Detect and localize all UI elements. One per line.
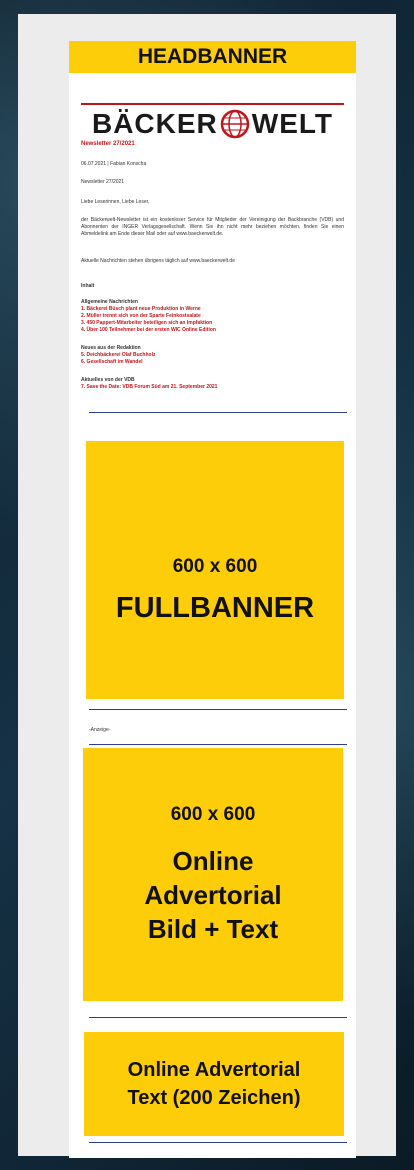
- intro-text: der Bäckerwelt-Newsletter ist ein kosten…: [81, 217, 344, 237]
- toc-link[interactable]: 7. Save the Date: VDB Forum Süd am 21. S…: [81, 384, 217, 391]
- text-advertorial-line2: Text (200 Zeichen): [127, 1087, 301, 1109]
- text-advertorial-line1: Online Advertorial: [127, 1059, 301, 1081]
- byline: 06.07.2021 | Fabian Konscha: [81, 161, 147, 167]
- logo-rule: [81, 103, 344, 105]
- section-divider: [89, 709, 347, 710]
- advertorial-label-line3: Bild + Text: [147, 913, 279, 944]
- news-line: Aktuelle Nachrichten stehen übrigens täg…: [81, 258, 235, 264]
- advertorial-label-line1: Online: [172, 845, 254, 876]
- globe-icon: [220, 109, 250, 139]
- section-heading: Aktuelles von der VDB: [81, 377, 135, 383]
- section-divider: [89, 1142, 347, 1143]
- toc-link[interactable]: 3. 450 Pappert-Mitarbeiter beteiligen si…: [81, 320, 212, 327]
- headbanner-placeholder: HEADBANNER: [69, 41, 356, 73]
- logo-left-text: BÄCKER: [91, 108, 218, 139]
- advertorial-label-line2: Advertorial: [144, 879, 282, 910]
- toc-link[interactable]: 1. Bäckerei Büsch plant neue Produktion …: [81, 306, 201, 313]
- newsletter-title: Newsletter 27/2021: [81, 141, 135, 147]
- advertorial-placeholder: 600 x 600 Online Advertorial Bild + Text: [83, 748, 343, 1001]
- logo-right-text: WELT: [251, 108, 333, 139]
- fullbanner-label: FULLBANNER: [115, 591, 315, 624]
- anzeige-label: -Anzeige-: [89, 727, 111, 733]
- advertorial-size: 600 x 600: [170, 803, 256, 825]
- fullbanner-placeholder: 600 x 600 FULLBANNER: [86, 441, 344, 699]
- fullbanner-size: 600 x 600: [172, 555, 258, 577]
- section-divider: [89, 744, 347, 745]
- toc-title: Inhalt: [81, 283, 95, 289]
- toc-link[interactable]: 5. Deichbäckerei Olaf Buchholz: [81, 352, 155, 359]
- section-divider: [89, 412, 347, 413]
- section-heading: Allgemeine Nachrichten: [81, 299, 138, 305]
- greeting: Liebe Leserinnen, Liebe Leser,: [81, 199, 150, 205]
- toc-link[interactable]: 2. Müller trennt sich von der Sparte Fei…: [81, 313, 201, 320]
- section-heading: Neues aus der Redaktion: [81, 345, 141, 351]
- headbanner-label: HEADBANNER: [137, 45, 288, 68]
- toc-link[interactable]: 4. Über 100 Teilnehmer bei der ersten WI…: [81, 327, 216, 334]
- text-advertorial-placeholder: Online Advertorial Text (200 Zeichen): [84, 1032, 344, 1136]
- toc-link[interactable]: 6. Gesellschaft im Wandel: [81, 359, 143, 366]
- section-divider: [89, 1017, 347, 1018]
- newsletter-subtitle: Newsletter 27/2021: [81, 179, 125, 185]
- baeckerwelt-logo: BÄCKER WELT: [81, 107, 344, 141]
